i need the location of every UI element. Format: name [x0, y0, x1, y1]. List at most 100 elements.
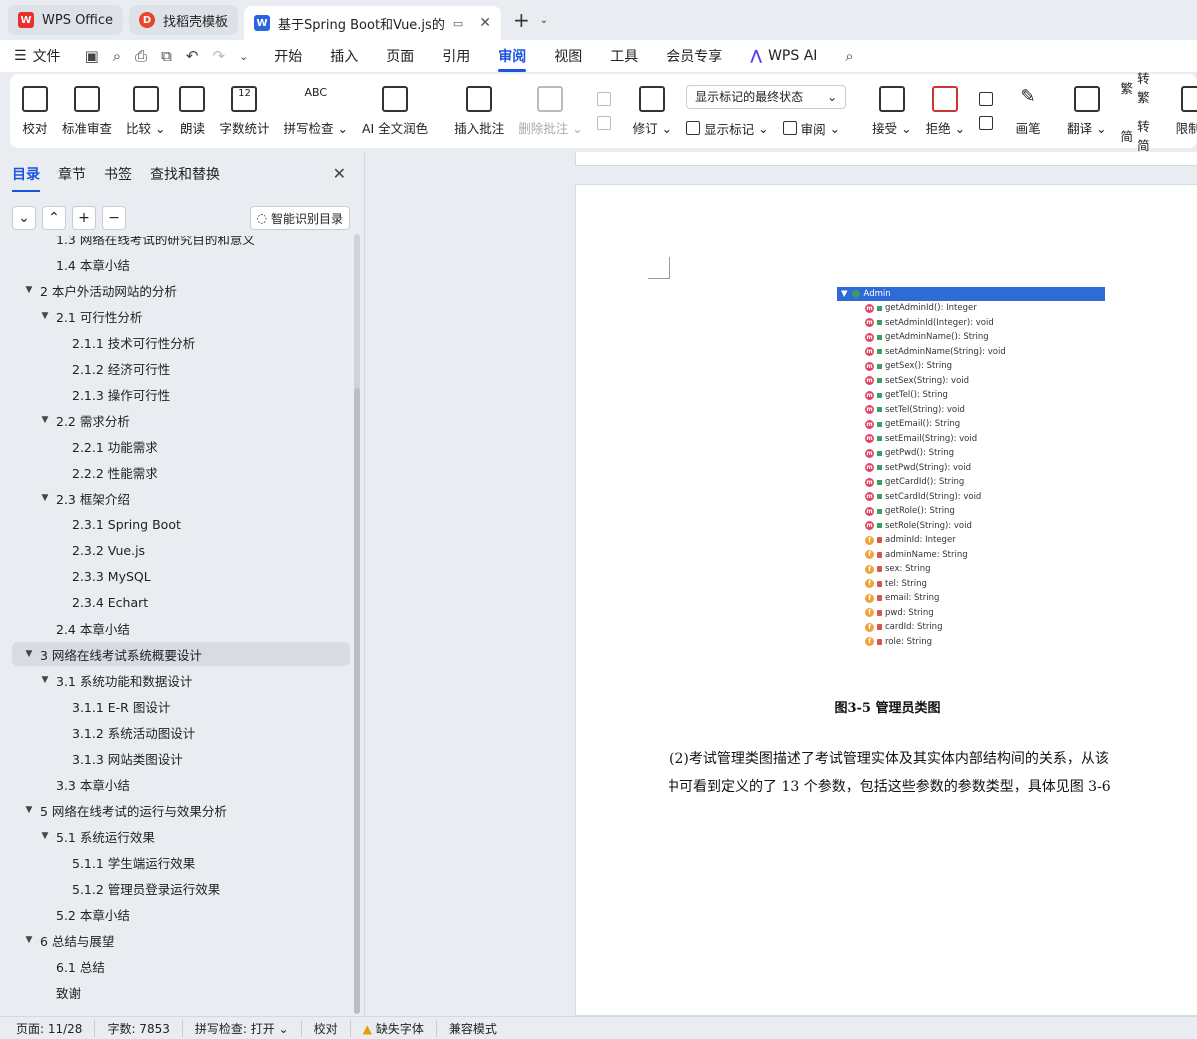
menu-page[interactable]: 页面: [386, 46, 414, 66]
toc-item[interactable]: 致谢: [12, 980, 350, 1004]
toc-item[interactable]: 2.3.1 Spring Boot: [12, 512, 350, 536]
menu-review[interactable]: 审阅: [498, 46, 527, 72]
toc-item[interactable]: 5.1.2 管理员登录运行效果: [12, 876, 350, 900]
menu-view[interactable]: 视图: [554, 46, 582, 66]
previous-comment-icon[interactable]: [596, 92, 611, 106]
toc-item[interactable]: 3.1.3 网站类图设计: [12, 746, 350, 770]
toc-item[interactable]: 2.4 本章小结: [12, 616, 350, 640]
close-tab-icon[interactable]: ✕: [479, 15, 491, 31]
toc-item[interactable]: 6.1 总结: [12, 954, 350, 978]
toc-item[interactable]: 2.3.4 Echart: [12, 590, 350, 614]
toc-item[interactable]: ▼ 6 总结与展望: [12, 928, 350, 952]
search-icon[interactable]: ⌕: [845, 47, 853, 65]
tab-find-replace[interactable]: 查找和替换: [150, 164, 220, 184]
collapse-triangle-icon[interactable]: ▼: [22, 285, 36, 295]
toc-item[interactable]: ▼ 3 网络在线考试系统概要设计: [12, 642, 350, 666]
spell-check-indicator[interactable]: 拼写检查: 打开 ⌄: [195, 1019, 302, 1037]
toc-item[interactable]: 5.2 本章小结: [12, 902, 350, 926]
collapse-triangle-icon[interactable]: ▼: [38, 493, 52, 503]
toc-item[interactable]: ▼ 5 网络在线考试的运行与效果分析: [12, 798, 350, 822]
collapse-triangle-icon[interactable]: ▼: [38, 415, 52, 425]
tab-sections[interactable]: 章节: [58, 164, 86, 184]
collapse-triangle-icon[interactable]: ▼: [22, 805, 36, 815]
toc-item[interactable]: ▼ 5.1 系统运行效果: [12, 824, 350, 848]
next-revision-icon[interactable]: [979, 116, 994, 130]
share-icon[interactable]: ⌕: [113, 47, 121, 65]
chevron-down-icon[interactable]: ⌄: [540, 15, 548, 26]
markup-state-select[interactable]: 显示标记的最终状态 ⌄: [686, 84, 847, 109]
toc-item[interactable]: 2.3.3 MySQL: [12, 564, 350, 588]
toc-item[interactable]: 3.3 本章小结: [12, 772, 350, 796]
expand-icon[interactable]: ⌄: [12, 206, 36, 230]
chevron-down-icon[interactable]: ⌄: [239, 50, 248, 63]
toc-item[interactable]: 1.4 本章小结: [12, 252, 350, 276]
scrollbar-thumb[interactable]: [354, 388, 360, 1014]
close-icon[interactable]: ✕: [333, 164, 346, 183]
toc-item[interactable]: ▼ 2.2 需求分析: [12, 408, 350, 432]
collapse-triangle-icon[interactable]: ▼: [22, 935, 36, 945]
toc-item[interactable]: ▼ 2 本户外活动网站的分析: [12, 278, 350, 302]
proofread-button[interactable]: 校对: [22, 79, 48, 143]
toc-item[interactable]: 3.1.1 E-R 图设计: [12, 694, 350, 718]
word-count-indicator[interactable]: 字数: 7853: [107, 1019, 183, 1037]
toc-item[interactable]: 2.3.2 Vue.js: [12, 538, 350, 562]
tab-wps-office[interactable]: W WPS Office: [8, 5, 124, 35]
revise-button[interactable]: 修订 ⌄: [633, 79, 672, 143]
collapse-triangle-icon[interactable]: ▼: [38, 831, 52, 841]
review-pane-button[interactable]: 审阅 ⌄: [782, 119, 840, 138]
spell-check-button[interactable]: ABC 拼写检查 ⌄: [284, 79, 348, 143]
next-comment-icon[interactable]: [596, 116, 611, 130]
add-icon[interactable]: +: [72, 206, 96, 230]
collapse-triangle-icon[interactable]: ▼: [22, 649, 36, 659]
to-simplified-button[interactable]: 简转简: [1121, 116, 1150, 154]
new-tab-icon[interactable]: +: [513, 8, 530, 32]
word-count-button[interactable]: 12 字数统计: [219, 79, 270, 143]
compare-button[interactable]: 比较 ⌄: [126, 79, 165, 143]
read-aloud-button[interactable]: 朗读: [179, 79, 206, 143]
to-traditional-button[interactable]: 繁转繁: [1121, 68, 1150, 106]
show-markup-button[interactable]: 显示标记 ⌄: [686, 119, 769, 138]
tab-toc[interactable]: 目录: [12, 164, 40, 192]
toc-item[interactable]: 2.1.3 操作可行性: [12, 382, 350, 406]
proofread-indicator[interactable]: 校对: [314, 1019, 351, 1037]
insert-comment-button[interactable]: 插入批注: [454, 79, 504, 143]
pen-button[interactable]: ✎ 画笔: [1015, 79, 1041, 143]
page-indicator[interactable]: 页面: 11/28: [16, 1019, 96, 1037]
print-preview-icon[interactable]: ⧉: [161, 47, 172, 65]
reject-button[interactable]: 拒绝 ⌄: [926, 79, 965, 143]
translate-button[interactable]: 翻译 ⌄: [1067, 79, 1107, 143]
toc-item[interactable]: 5.1.1 学生端运行效果: [12, 850, 350, 874]
menu-reference[interactable]: 引用: [442, 46, 470, 66]
ai-polish-button[interactable]: AI 全文润色: [362, 79, 428, 143]
restrict-edit-button[interactable]: 限制编: [1176, 79, 1197, 143]
save-icon[interactable]: ▣: [85, 47, 99, 65]
toc-item[interactable]: ▼ 2.3 框架介绍: [12, 486, 350, 510]
toc-item[interactable]: 1.3 网络在线考试的研究目的和意义: [12, 236, 350, 250]
document-page[interactable]: ▼ Admin m getAdminId(): Integer m setAdminI…: [575, 184, 1197, 1016]
tab-bookmarks[interactable]: 书签: [104, 164, 132, 184]
collapse-icon[interactable]: ⌃: [42, 206, 66, 230]
smart-toc-button[interactable]: ◌ 智能识别目录: [249, 206, 350, 230]
toc-item[interactable]: 3.1.2 系统活动图设计: [12, 720, 350, 744]
tab-docer[interactable]: D 找稻壳模板: [129, 5, 239, 35]
redo-icon[interactable]: ↷: [212, 47, 225, 65]
toc-item[interactable]: 2.1.1 技术可行性分析: [12, 330, 350, 354]
menu-wps-ai[interactable]: ⋀ WPS AI: [750, 48, 817, 64]
undo-icon[interactable]: ↶: [186, 47, 199, 65]
toc-item[interactable]: ▼ 2.1 可行性分析: [12, 304, 350, 328]
accept-button[interactable]: 接受 ⌄: [872, 79, 912, 143]
tab-document[interactable]: W 基于Spring Boot和Vue.js的 ▭ ✕: [244, 6, 501, 40]
toc-item[interactable]: 2.2.2 性能需求: [12, 460, 350, 484]
remove-icon[interactable]: −: [102, 206, 126, 230]
delete-comment-button[interactable]: 删除批注 ⌄: [518, 79, 583, 143]
toc-item[interactable]: 2.1.2 经济可行性: [12, 356, 350, 380]
missing-font-indicator[interactable]: ▲ 缺失字体: [363, 1019, 437, 1037]
menu-insert[interactable]: 插入: [330, 46, 358, 66]
file-menu[interactable]: ☰ 文件: [14, 46, 61, 66]
collapse-triangle-icon[interactable]: ▼: [38, 675, 52, 685]
menu-tools[interactable]: 工具: [610, 46, 638, 66]
standard-review-button[interactable]: 标准审查: [62, 79, 112, 143]
menu-start[interactable]: 开始: [274, 46, 302, 66]
print-icon[interactable]: ⎙: [135, 47, 147, 65]
toc-item[interactable]: ▼ 3.1 系统功能和数据设计: [12, 668, 350, 692]
